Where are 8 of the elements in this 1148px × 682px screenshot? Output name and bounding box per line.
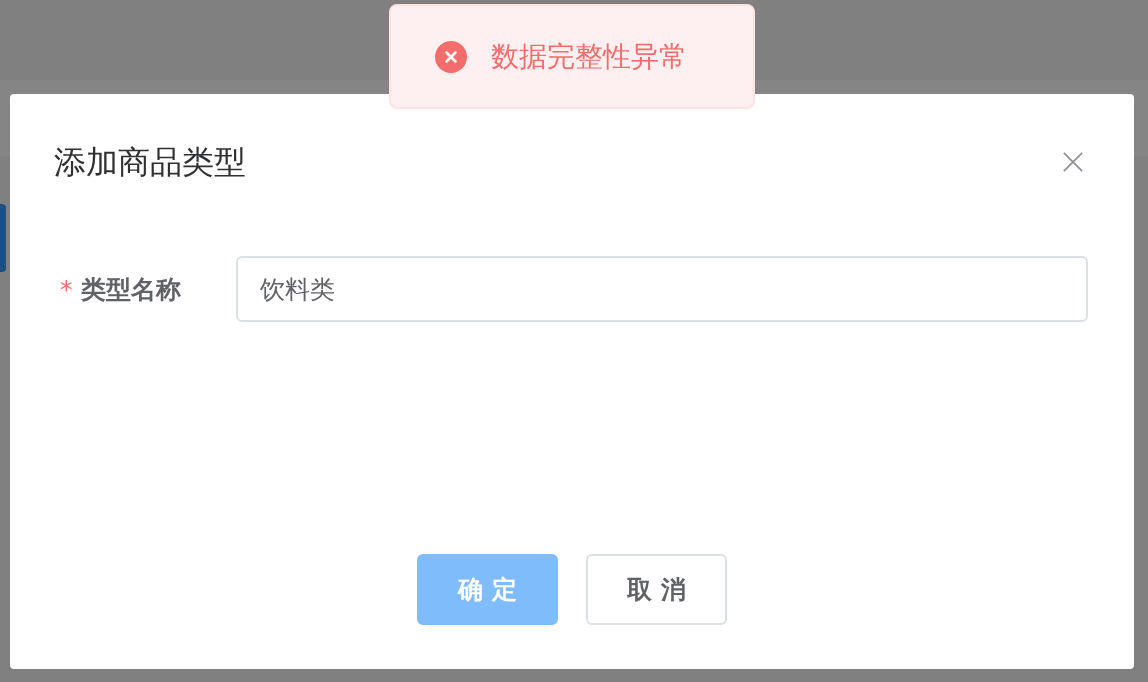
required-mark: * bbox=[60, 274, 73, 304]
dialog-title: 添加商品类型 bbox=[54, 142, 246, 183]
close-icon[interactable] bbox=[1062, 151, 1084, 173]
field-label: 类型名称 bbox=[80, 273, 181, 306]
error-icon bbox=[435, 40, 467, 73]
input-field[interactable]: 饮料类 bbox=[236, 256, 1088, 322]
toast-message: 数据完整性异常 bbox=[491, 38, 687, 75]
cancel-button[interactable]: 取 消 bbox=[586, 554, 727, 625]
